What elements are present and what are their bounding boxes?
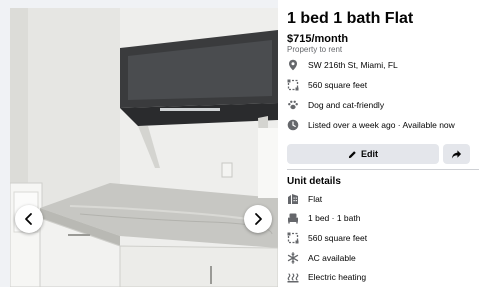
listing-title: 1 bed 1 bath Flat: [287, 10, 414, 27]
listing-subtype: Property to rent: [287, 45, 343, 54]
edit-button[interactable]: Edit: [287, 144, 439, 164]
pencil-icon: [348, 150, 356, 158]
unit-detail-row-ac: AC available: [287, 251, 356, 265]
detail-row-listed: Listed over a week ago · Available now: [287, 118, 455, 132]
building-icon: [287, 193, 299, 205]
area-icon: [287, 232, 299, 244]
clock-icon: [287, 119, 299, 131]
detail-text: Dog and cat-friendly: [308, 100, 385, 110]
snowflake-icon: [287, 252, 299, 264]
listing-details-panel: 1 bed 1 bath Flat $715/month Property to…: [278, 0, 500, 287]
share-arrow-icon: [451, 149, 462, 159]
unit-detail-row-heating: Electric heating: [287, 270, 366, 284]
unit-detail-text: AC available: [308, 253, 356, 263]
detail-row-location[interactable]: SW 216th St, Miami, FL: [287, 58, 398, 72]
unit-detail-text: 1 bed · 1 bath: [308, 213, 361, 223]
section-divider: [287, 169, 479, 170]
unit-detail-row-type: Flat: [287, 192, 322, 206]
location-pin-icon: [287, 59, 299, 71]
unit-detail-text: Flat: [308, 194, 323, 204]
detail-text: 560 square feet: [308, 80, 368, 90]
listing-photo: [10, 8, 278, 287]
share-button[interactable]: [443, 144, 470, 164]
detail-row-pets: Dog and cat-friendly: [287, 98, 384, 112]
unit-detail-text: Electric heating: [308, 272, 367, 282]
unit-detail-row-area: 560 square feet: [287, 231, 367, 245]
listing-price: $715/month: [287, 33, 349, 45]
detail-text: Listed over a week ago · Available now: [308, 120, 455, 130]
next-photo-button[interactable]: [244, 205, 272, 233]
previous-photo-button[interactable]: [15, 205, 43, 233]
unit-detail-row-rooms: 1 bed · 1 bath: [287, 211, 360, 225]
heat-icon: [287, 271, 299, 283]
chevron-right-icon: [255, 213, 262, 225]
detail-row-area: 560 square feet: [287, 78, 367, 92]
bed-icon: [287, 212, 299, 224]
unit-details-heading: Unit details: [287, 176, 341, 187]
detail-text: SW 216th St, Miami, FL: [308, 60, 398, 70]
area-icon: [287, 79, 299, 91]
chevron-left-icon: [25, 213, 32, 225]
photo-viewer: [0, 0, 278, 287]
paw-icon: [287, 99, 299, 111]
unit-detail-text: 560 square feet: [308, 233, 368, 243]
edit-button-label: Edit: [361, 149, 378, 159]
